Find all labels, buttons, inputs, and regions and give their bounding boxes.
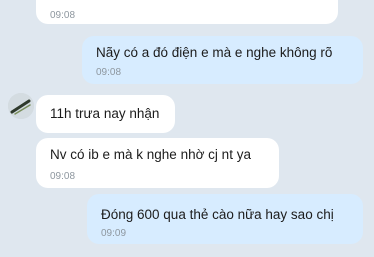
message-bubble-outgoing[interactable]: Đóng 600 qua thẻ cào nữa hay sao chị 09:… [87,194,363,244]
message-bubble-incoming[interactable]: 09:08 [36,0,338,24]
message-text: 11h trưa nay nhận [50,106,160,121]
message-time: 09:08 [50,10,76,21]
message-text: Nãy có a đó điện e mà e nghe không rõ [96,45,333,60]
message-text: Nv có ib e mà k nghe nhờ cj nt ya [50,147,251,162]
message-text: Đóng 600 qua thẻ cào nữa hay sao chị [101,207,334,222]
message-bubble-outgoing[interactable]: Nãy có a đó điện e mà e nghe không rõ 09… [82,36,363,84]
message-bubble-incoming[interactable]: 11h trưa nay nhận [36,95,175,133]
avatar-image [8,93,34,119]
message-time: 09:09 [101,228,127,239]
message-time: 09:08 [50,171,76,182]
message-time: 09:08 [96,67,122,78]
message-bubble-incoming[interactable]: Nv có ib e mà k nghe nhờ cj nt ya 09:08 [36,138,279,188]
contact-avatar-icon[interactable] [8,93,34,119]
